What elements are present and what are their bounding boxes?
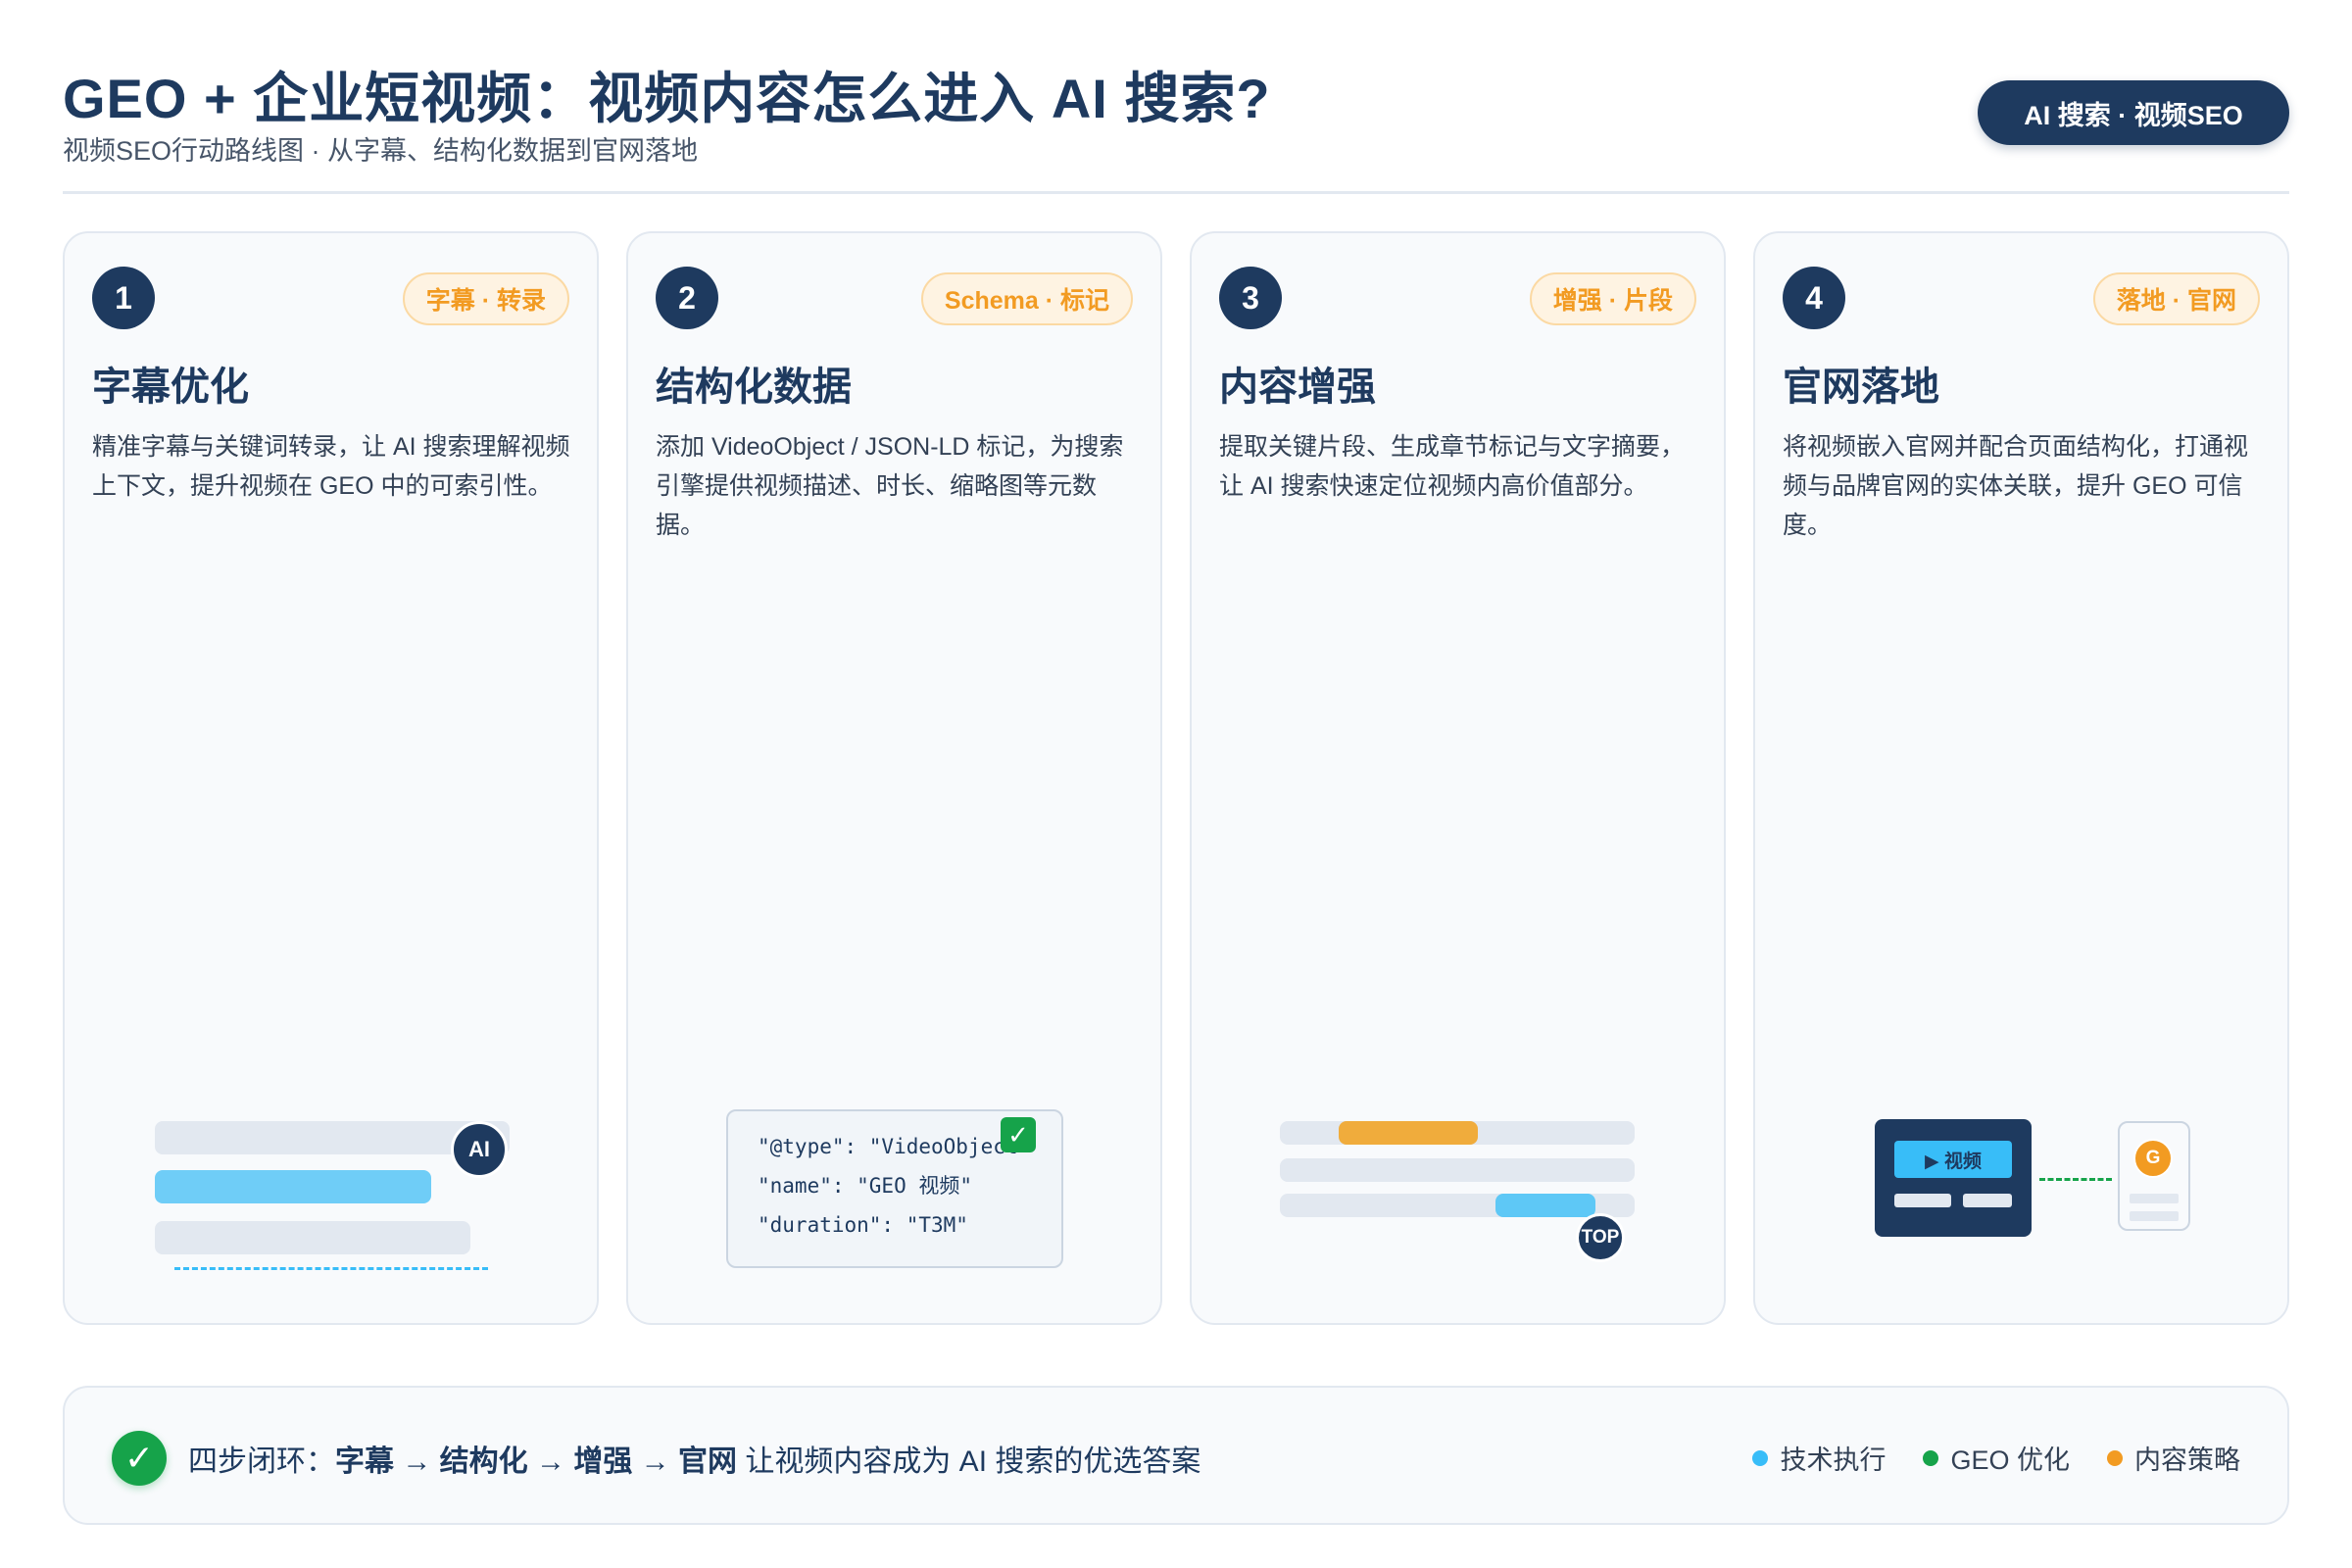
- legend-dot-icon: [1923, 1449, 1939, 1466]
- brand-g-icon: G: [2133, 1139, 2173, 1178]
- subtitle-illustration: AI: [65, 233, 601, 1327]
- page-subtitle: 视频SEO行动路线图 · 从字幕、结构化数据到官网落地: [63, 136, 699, 166]
- website-illustration: ▶ 视频 G: [1755, 233, 2291, 1327]
- legend-dot-icon: [1752, 1449, 1769, 1466]
- video-player: ▶ 视频: [1875, 1119, 2032, 1237]
- page-header: GEO + 企业短视频：视频内容怎么进入 AI 搜索? 视频SEO行动路线图 ·…: [63, 55, 2289, 194]
- ai-badge-icon: AI: [451, 1121, 508, 1178]
- check-circle-icon: ✓: [112, 1431, 167, 1486]
- summary-footer: ✓ 四步闭环：字幕 → 结构化 → 增强 → 官网 让视频内容成为 AI 搜索的…: [63, 1386, 2289, 1525]
- check-icon: ✓: [1001, 1117, 1036, 1152]
- timeline-dashed-line: [174, 1267, 488, 1270]
- player-control: [1894, 1194, 1951, 1207]
- step-card-website: 4 落地 · 官网 官网落地 将视频嵌入官网并配合页面结构化，打通视频与品牌官网…: [1753, 231, 2289, 1325]
- summary-suffix: 让视频内容成为 AI 搜索的优选答案: [737, 1446, 1201, 1478]
- step-card-content-enhance: 3 增强 · 片段 内容增强 提取关键片段、生成章节标记与文字摘要，让 AI 搜…: [1190, 231, 1726, 1325]
- player-control: [1963, 1194, 2012, 1207]
- legend-label: GEO 优化: [1950, 1446, 2070, 1475]
- summary-text: 四步闭环：字幕 → 结构化 → 增强 → 官网 让视频内容成为 AI 搜索的优选…: [188, 1437, 1200, 1480]
- step-cards: 1 字幕 · 转录 字幕优化 精准字幕与关键词转录，让 AI 搜索理解视频上下文…: [63, 231, 2289, 1325]
- code-line: "duration": "T3M": [758, 1213, 968, 1237]
- page-line: [2130, 1211, 2179, 1221]
- link-dashed-line: [2039, 1178, 2112, 1181]
- summary-flow: 字幕 → 结构化 → 增强 → 官网: [335, 1446, 738, 1478]
- play-video-icon: ▶ 视频: [1894, 1141, 2012, 1178]
- content-track: [1280, 1158, 1635, 1182]
- legend-label: 内容策略: [2134, 1446, 2240, 1475]
- legend-item-tech: 技术执行: [1752, 1439, 1886, 1477]
- legend-dot-icon: [2107, 1449, 2123, 1466]
- legend-item-geo: GEO 优化: [1923, 1439, 2070, 1477]
- website-page: G: [2118, 1121, 2190, 1231]
- top-badge-icon: TOP: [1576, 1213, 1625, 1262]
- subtitle-line: [155, 1221, 470, 1254]
- highlighted-subtitle-line: [155, 1170, 431, 1203]
- legend-label: 技术执行: [1780, 1446, 1886, 1475]
- highlight-illustration: TOP: [1192, 233, 1728, 1327]
- summary-prefix: 四步闭环：: [188, 1446, 335, 1478]
- page-line: [2130, 1194, 2179, 1203]
- legend: 技术执行 GEO 优化 内容策略: [1752, 1439, 2240, 1477]
- step-card-subtitles: 1 字幕 · 转录 字幕优化 精准字幕与关键词转录，让 AI 搜索理解视频上下文…: [63, 231, 599, 1325]
- step-card-structured-data: 2 Schema · 标记 结构化数据 添加 VideoObject / JSO…: [626, 231, 1162, 1325]
- legend-item-content: 内容策略: [2107, 1439, 2240, 1477]
- code-line: "name": "GEO 视频": [758, 1174, 973, 1198]
- header-badge: AI 搜索 · 视频SEO: [1978, 80, 2289, 145]
- schema-illustration: "@type": "VideoObject" "name": "GEO 视频" …: [628, 233, 1164, 1327]
- highlighted-segment: [1339, 1121, 1478, 1145]
- key-segment: [1495, 1194, 1595, 1217]
- page-title: GEO + 企业短视频：视频内容怎么进入 AI 搜索?: [63, 68, 1271, 129]
